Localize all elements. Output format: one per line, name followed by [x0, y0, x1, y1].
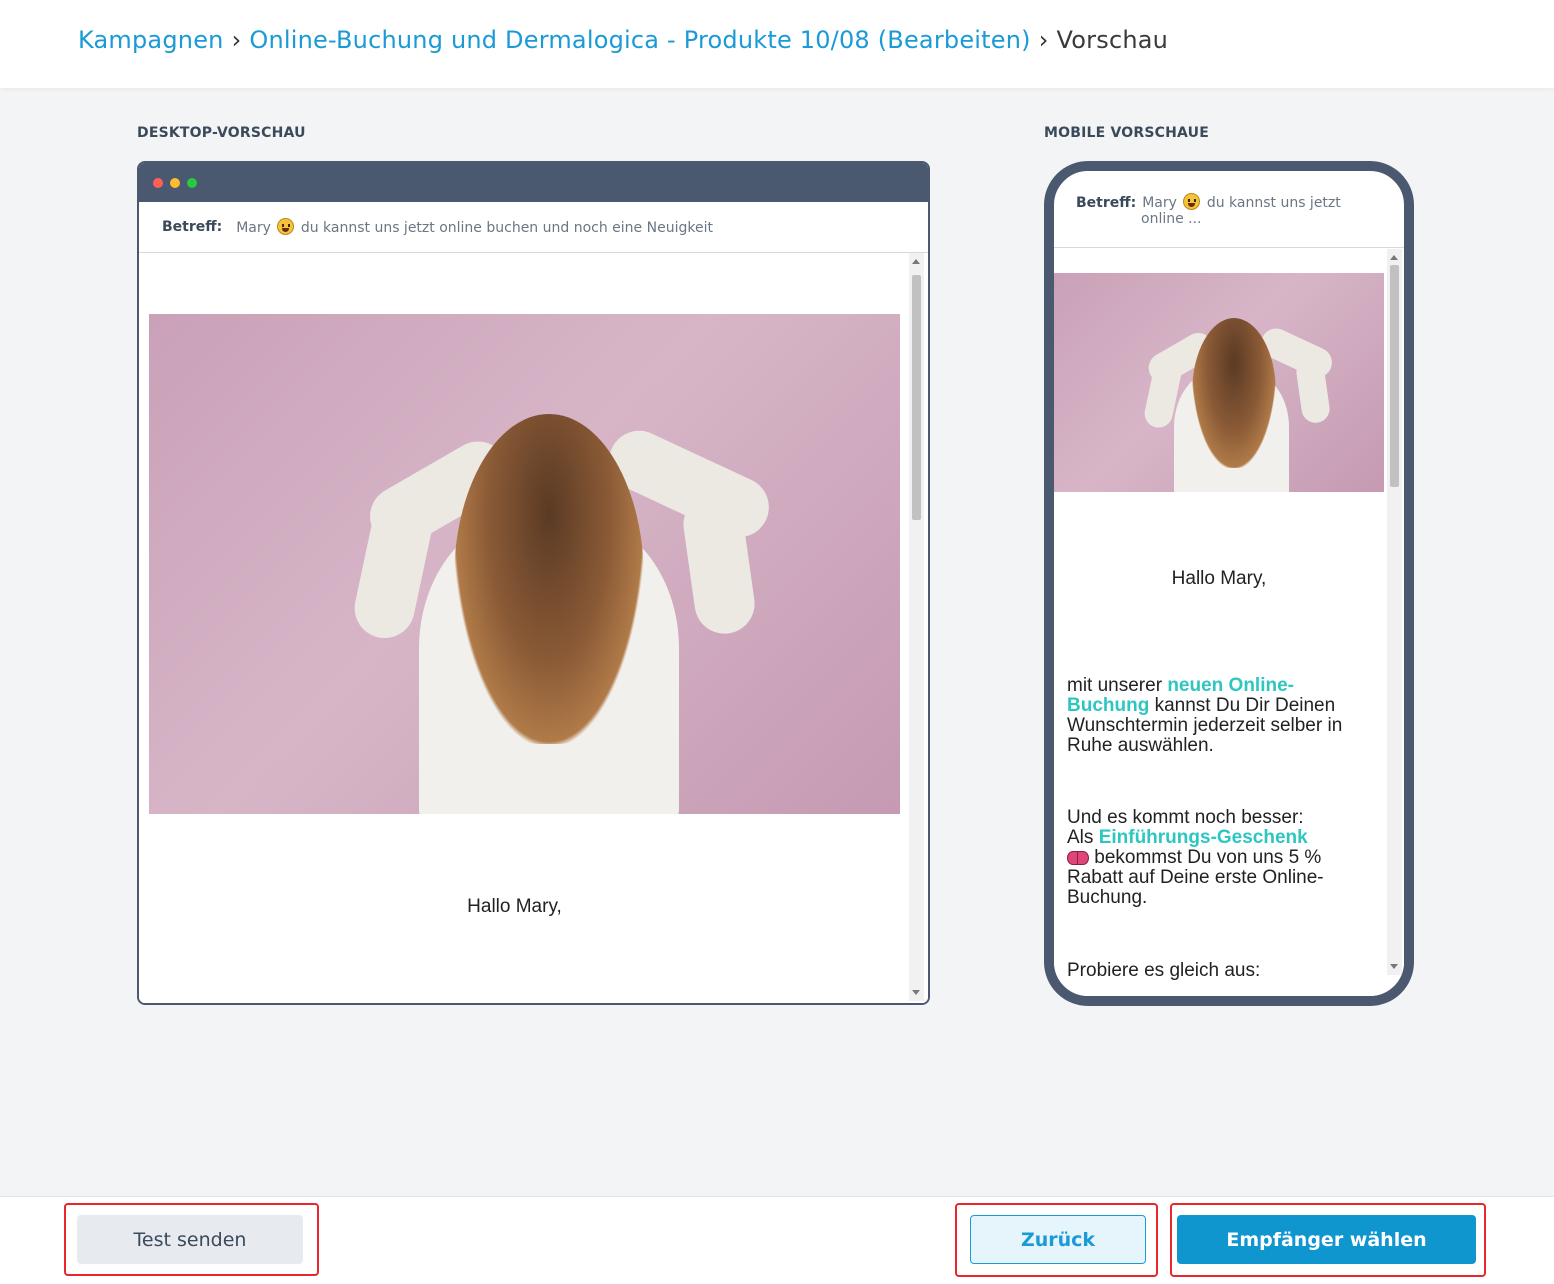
subject-text: Mary du kannst uns jetzt online buchen u… — [236, 218, 713, 236]
mobile-paragraph-try: Probiere es gleich aus: — [1067, 960, 1261, 981]
window-close-dot-icon — [153, 178, 163, 188]
subject-rest: du kannst uns jetzt — [1206, 195, 1341, 211]
back-button[interactable]: Zurück — [970, 1215, 1146, 1264]
desktop-scroll-thumb[interactable] — [912, 275, 921, 520]
mobile-scroll-thumb[interactable] — [1390, 265, 1399, 487]
subject-label: Betreff: — [162, 219, 223, 235]
smiley-emoji-icon — [277, 218, 295, 235]
desktop-greeting: Hallo Mary, — [467, 896, 562, 917]
gift-highlight: Einführungs-Geschenk — [1098, 827, 1308, 848]
desktop-preview-window: Betreff: Mary du kannst uns jetzt online… — [137, 161, 930, 1005]
subject-rest: du kannst uns jetzt online buchen und no… — [300, 220, 713, 236]
mobile-paragraph-gift: Und es kommt noch besser: Als Einführung… — [1067, 808, 1372, 908]
breadcrumb-current: Vorschau — [1056, 26, 1169, 54]
desktop-email-body[interactable]: Hallo Mary, — [139, 253, 928, 1003]
scroll-up-arrow-icon[interactable] — [1390, 255, 1398, 260]
breadcrumb-separator: › — [231, 26, 242, 54]
scroll-down-arrow-icon[interactable] — [1390, 964, 1398, 969]
window-title-bar — [139, 163, 928, 202]
paragraph-text: Und es kommt noch besser: — [1067, 807, 1304, 828]
breadcrumb-campaigns-link[interactable]: Kampagnen — [78, 26, 224, 54]
mobile-email-body[interactable]: Hallo Mary, mit unserer neuen Online-Buc… — [1054, 249, 1404, 996]
paragraph-text: Als — [1067, 827, 1099, 848]
desktop-scrollbar[interactable] — [909, 253, 924, 1001]
window-minimize-dot-icon — [170, 178, 180, 188]
scroll-up-arrow-icon[interactable] — [912, 259, 920, 264]
mobile-paragraph-booking: mit unserer neuen Online-Buchung kannst … — [1067, 676, 1372, 756]
breadcrumb: Kampagnen › Online-Buchung und Dermalogica… — [78, 26, 1168, 54]
window-maximize-dot-icon — [187, 178, 197, 188]
subject-name: Mary — [236, 220, 271, 236]
desktop-preview-label: DESKTOP-VORSCHAU — [137, 125, 306, 141]
mobile-preview-label: MOBILE VORSCHAUE — [1044, 125, 1209, 141]
subject-rest-continued: online ... — [1141, 211, 1202, 227]
choose-recipients-button[interactable]: Empfänger wählen — [1177, 1215, 1476, 1264]
breadcrumb-campaign-edit-link[interactable]: Online-Buchung und Dermalogica - Produkt… — [249, 26, 1030, 54]
hero-image — [149, 314, 900, 814]
subject-label: Betreff: — [1076, 195, 1137, 211]
paragraph-text: mit unserer — [1067, 675, 1168, 696]
subject-name: Mary — [1142, 195, 1177, 211]
top-bar: Kampagnen › Online-Buchung und Dermalogica… — [0, 0, 1554, 88]
ribbon-bow-emoji-icon — [1067, 849, 1089, 865]
paragraph-text: bekommst Du von uns 5 % Rabatt auf Deine… — [1067, 847, 1324, 908]
mobile-greeting: Hallo Mary, — [1171, 568, 1267, 589]
hero-image — [1054, 273, 1384, 492]
send-test-button[interactable]: Test senden — [77, 1215, 303, 1264]
smiley-emoji-icon — [1183, 193, 1201, 210]
mobile-subject-line: Betreff: Mary du kannst uns jetzt online … — [1054, 171, 1404, 248]
breadcrumb-separator: › — [1038, 26, 1049, 54]
mobile-scrollbar[interactable] — [1387, 249, 1402, 975]
scroll-down-arrow-icon[interactable] — [912, 990, 920, 995]
desktop-subject-line: Betreff: Mary du kannst uns jetzt online… — [139, 202, 928, 253]
mobile-preview-phone: Betreff: Mary du kannst uns jetzt online … — [1044, 161, 1414, 1006]
